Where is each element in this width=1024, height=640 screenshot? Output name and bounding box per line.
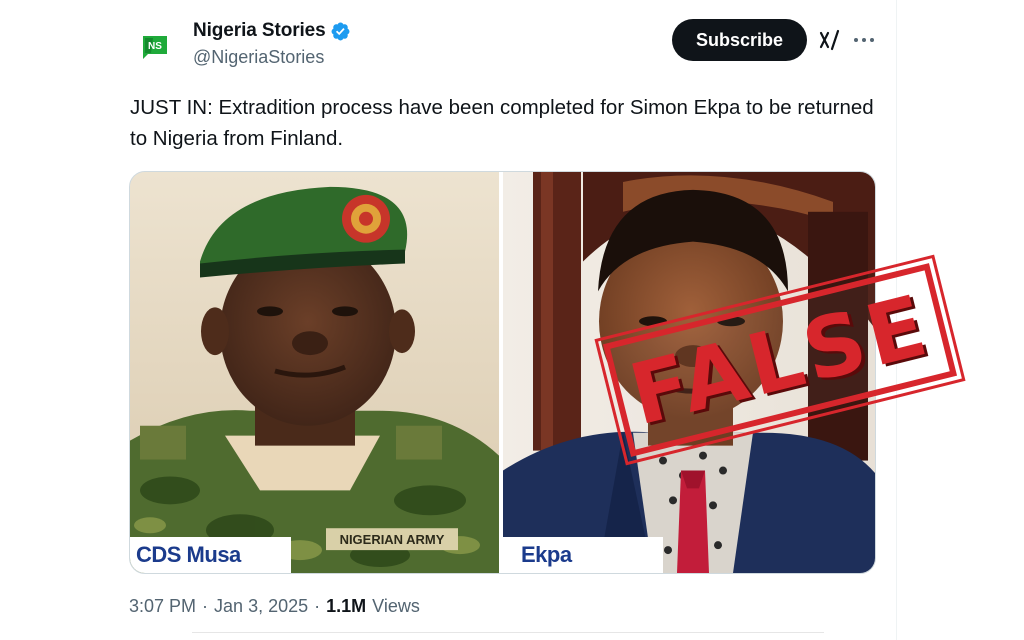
author-name-row: Nigeria Stories — [193, 20, 351, 42]
grok-icon[interactable] — [818, 28, 842, 52]
photo-cds-musa[interactable]: NIGERIAN ARMY — [130, 172, 499, 573]
more-options-icon[interactable] — [852, 28, 876, 52]
meta-separator: · — [314, 596, 321, 616]
tweet-time[interactable]: 3:07 PM — [129, 596, 196, 617]
caption-ekpa: Ekpa — [503, 537, 663, 573]
avatar[interactable]: NS — [134, 26, 176, 68]
subscribe-button[interactable]: Subscribe — [672, 19, 807, 61]
nigeria-stories-logo-icon: NS — [143, 36, 167, 59]
views-count[interactable]: 1.1M — [326, 596, 366, 617]
verified-badge-icon[interactable] — [330, 21, 351, 42]
meta-separator: · — [202, 596, 209, 616]
views-label: Views — [372, 596, 420, 616]
caption-cds-musa: CDS Musa — [130, 537, 291, 573]
svg-text:NS: NS — [148, 41, 162, 52]
author-handle[interactable]: @NigeriaStories — [193, 47, 324, 68]
tweet-bottom-divider — [192, 632, 824, 633]
tweet-text: JUST IN: Extradition process have been c… — [130, 96, 874, 150]
author-display-name[interactable]: Nigeria Stories — [193, 20, 326, 42]
military-officer-portrait: NIGERIAN ARMY — [130, 172, 499, 573]
tweet-date[interactable]: Jan 3, 2025 — [214, 596, 308, 617]
tweet-meta: 3:07 PM · Jan 3, 2025 · 1.1M Views — [129, 596, 420, 617]
uniform-name-tape: NIGERIAN ARMY — [340, 532, 445, 547]
